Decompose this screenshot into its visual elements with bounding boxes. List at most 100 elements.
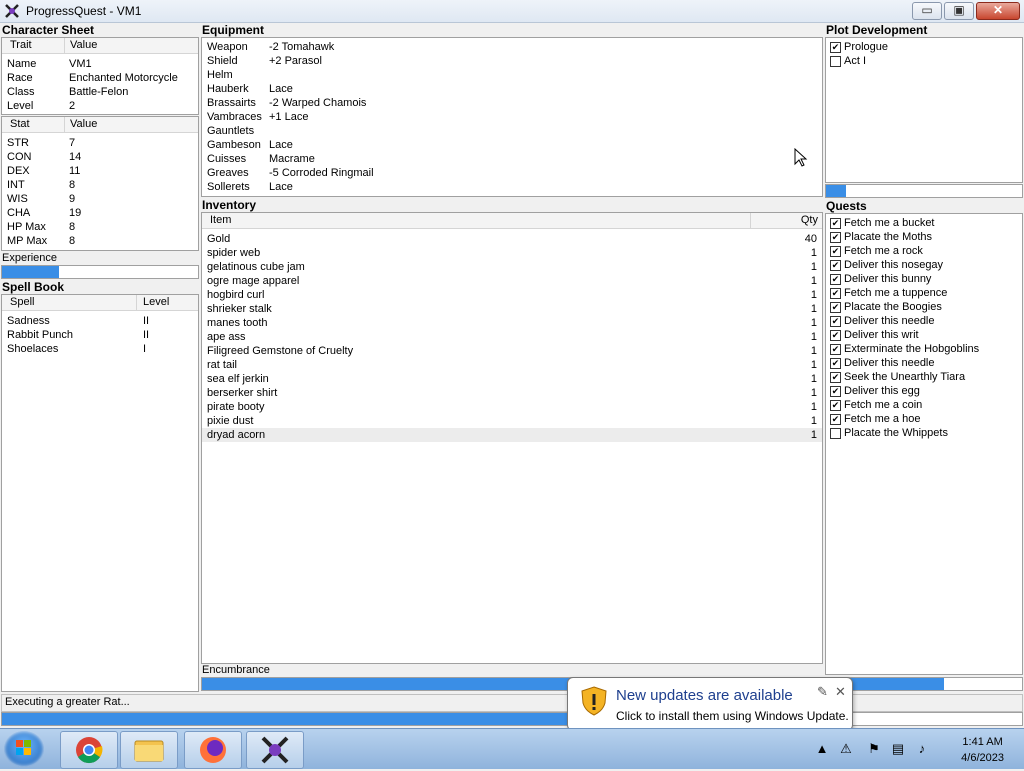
volume-muted-icon[interactable]: ♪	[914, 741, 930, 757]
quest-item[interactable]: ✔ Exterminate the Hobgoblins	[826, 342, 1022, 356]
equipment-row[interactable]: Helm	[202, 68, 822, 82]
checkbox[interactable]	[830, 56, 841, 67]
quest-item[interactable]: ✔ Deliver this needle	[826, 356, 1022, 370]
equipment-row[interactable]: Shield +2 Parasol	[202, 54, 822, 68]
maximize-button[interactable]: ▣	[944, 2, 974, 20]
traits-list[interactable]: Trait Value Name VM1 Race Enchanted Motorcy…	[1, 37, 199, 115]
checkbox[interactable]: ✔	[830, 288, 841, 299]
windows-update-tray-icon[interactable]: ⚠	[838, 741, 854, 757]
checkbox[interactable]: ✔	[830, 316, 841, 327]
minimize-button[interactable]: ▭	[912, 2, 942, 20]
windows-update-notification[interactable]: New updates are available Click to insta…	[567, 677, 853, 742]
quest-item[interactable]: Placate the Whippets	[826, 426, 1022, 440]
progressquest-taskbar-button[interactable]	[246, 731, 304, 769]
inventory-row[interactable]: spider web 1	[202, 246, 822, 260]
inventory-row[interactable]: hogbird curl 1	[202, 288, 822, 302]
inventory-row[interactable]: Filigreed Gemstone of Cruelty 1	[202, 344, 822, 358]
stat-row[interactable]: CON 14	[2, 150, 198, 164]
quest-item[interactable]: ✔ Fetch me a coin	[826, 398, 1022, 412]
quest-item[interactable]: ✔ Deliver this egg	[826, 384, 1022, 398]
checkbox[interactable]: ✔	[830, 330, 841, 341]
trait-row[interactable]: Race Enchanted Motorcycle	[2, 71, 198, 85]
inventory-row[interactable]: dryad acorn 1	[202, 428, 822, 442]
inventory-row[interactable]: manes tooth 1	[202, 316, 822, 330]
quests-list[interactable]: ✔ Fetch me a bucket ✔ Placate the Moths ✔ Fet…	[825, 213, 1023, 675]
value-col-header[interactable]: Value	[70, 39, 97, 51]
equipment-row[interactable]: Greaves -5 Corroded Ringmail	[202, 166, 822, 180]
checkbox[interactable]: ✔	[830, 414, 841, 425]
quest-item[interactable]: ✔ Placate the Moths	[826, 230, 1022, 244]
stat-row[interactable]: WIS 9	[2, 192, 198, 206]
checkbox[interactable]: ✔	[830, 42, 841, 53]
quest-item[interactable]: ✔ Deliver this writ	[826, 328, 1022, 342]
equipment-row[interactable]: Cuisses Macrame	[202, 152, 822, 166]
level-col-header[interactable]: Level	[143, 296, 169, 308]
checkbox[interactable]: ✔	[830, 302, 841, 313]
plot-act[interactable]: ✔ Prologue	[826, 40, 1022, 54]
spell-row[interactable]: Sadness II	[2, 314, 198, 328]
trait-row[interactable]: Class Battle-Felon	[2, 85, 198, 99]
equipment-row[interactable]: Weapon -2 Tomahawk	[202, 40, 822, 54]
spell-row[interactable]: Rabbit Punch II	[2, 328, 198, 342]
firefox-taskbar-button[interactable]	[184, 731, 242, 769]
inventory-row[interactable]: gelatinous cube jam 1	[202, 260, 822, 274]
inventory-row[interactable]: shrieker stalk 1	[202, 302, 822, 316]
checkbox[interactable]: ✔	[830, 218, 841, 229]
inventory-row[interactable]: berserker shirt 1	[202, 386, 822, 400]
plot-act[interactable]: Act I	[826, 54, 1022, 68]
quest-item[interactable]: ✔ Placate the Boogies	[826, 300, 1022, 314]
stat-row[interactable]: MP Max 8	[2, 234, 198, 248]
trait-row[interactable]: Level 2	[2, 99, 198, 113]
network-icon[interactable]: ▤	[890, 741, 906, 757]
stat-row[interactable]: DEX 11	[2, 164, 198, 178]
spell-list[interactable]: Spell Level Sadness II Rabbit Punch II Shoel…	[1, 294, 199, 692]
stat-value-col-header[interactable]: Value	[70, 118, 97, 130]
stat-col-header[interactable]: Stat	[10, 118, 30, 130]
equipment-row[interactable]: Gambeson Lace	[202, 138, 822, 152]
stats-list[interactable]: Stat Value STR 7 CON 14 DEX 11 INT 8 WIS 9 CHA 19 HP…	[1, 116, 199, 251]
start-button[interactable]	[4, 731, 44, 767]
clock[interactable]: 1:41 AM 4/6/2023	[961, 734, 1004, 766]
pin-icon[interactable]: ✎	[817, 684, 828, 700]
quest-item[interactable]: ✔ Seek the Unearthly Tiara	[826, 370, 1022, 384]
checkbox[interactable]	[830, 428, 841, 439]
equipment-row[interactable]: Hauberk Lace	[202, 82, 822, 96]
quest-item[interactable]: ✔ Fetch me a bucket	[826, 216, 1022, 230]
show-hidden-icons-icon[interactable]: ▲	[814, 741, 830, 757]
explorer-taskbar-button[interactable]	[120, 731, 178, 769]
trait-col-header[interactable]: Trait	[10, 39, 32, 51]
inventory-row[interactable]: Gold 40	[202, 232, 822, 246]
inventory-row[interactable]: pirate booty 1	[202, 400, 822, 414]
stat-row[interactable]: INT 8	[2, 178, 198, 192]
spell-col-header[interactable]: Spell	[10, 296, 34, 308]
close-notification-icon[interactable]: ✕	[835, 684, 846, 700]
spell-row[interactable]: Shoelaces I	[2, 342, 198, 356]
action-center-icon[interactable]: ⚑	[866, 741, 882, 757]
stat-row[interactable]: HP Max 8	[2, 220, 198, 234]
checkbox[interactable]: ✔	[830, 260, 841, 271]
window-titlebar[interactable]: ProgressQuest - VM1 ▭ ▣ ✕	[0, 0, 1024, 23]
checkbox[interactable]: ✔	[830, 274, 841, 285]
trait-row[interactable]: Name VM1	[2, 57, 198, 71]
equipment-row[interactable]: Gauntlets	[202, 124, 822, 138]
quest-item[interactable]: ✔ Fetch me a rock	[826, 244, 1022, 258]
qty-col-header[interactable]: Qty	[801, 214, 818, 226]
checkbox[interactable]: ✔	[830, 400, 841, 411]
inventory-row[interactable]: rat tail 1	[202, 358, 822, 372]
checkbox[interactable]: ✔	[830, 246, 841, 257]
quest-item[interactable]: ✔ Fetch me a hoe	[826, 412, 1022, 426]
quest-item[interactable]: ✔ Deliver this nosegay	[826, 258, 1022, 272]
stat-row[interactable]: STR 7	[2, 136, 198, 150]
item-col-header[interactable]: Item	[210, 214, 231, 226]
checkbox[interactable]: ✔	[830, 358, 841, 369]
inventory-list[interactable]: Item Qty Gold 40 spider web 1 gelatinous cub…	[201, 212, 823, 664]
inventory-row[interactable]: ogre mage apparel 1	[202, 274, 822, 288]
equipment-row[interactable]: Sollerets Lace	[202, 180, 822, 194]
inventory-row[interactable]: sea elf jerkin 1	[202, 372, 822, 386]
equipment-row[interactable]: Brassairts -2 Warped Chamois	[202, 96, 822, 110]
checkbox[interactable]: ✔	[830, 386, 841, 397]
checkbox[interactable]: ✔	[830, 232, 841, 243]
equipment-list[interactable]: Weapon -2 Tomahawk Shield +2 Parasol Helm Hau…	[201, 37, 823, 197]
stat-row[interactable]: CHA 19	[2, 206, 198, 220]
equipment-row[interactable]: Vambraces +1 Lace	[202, 110, 822, 124]
